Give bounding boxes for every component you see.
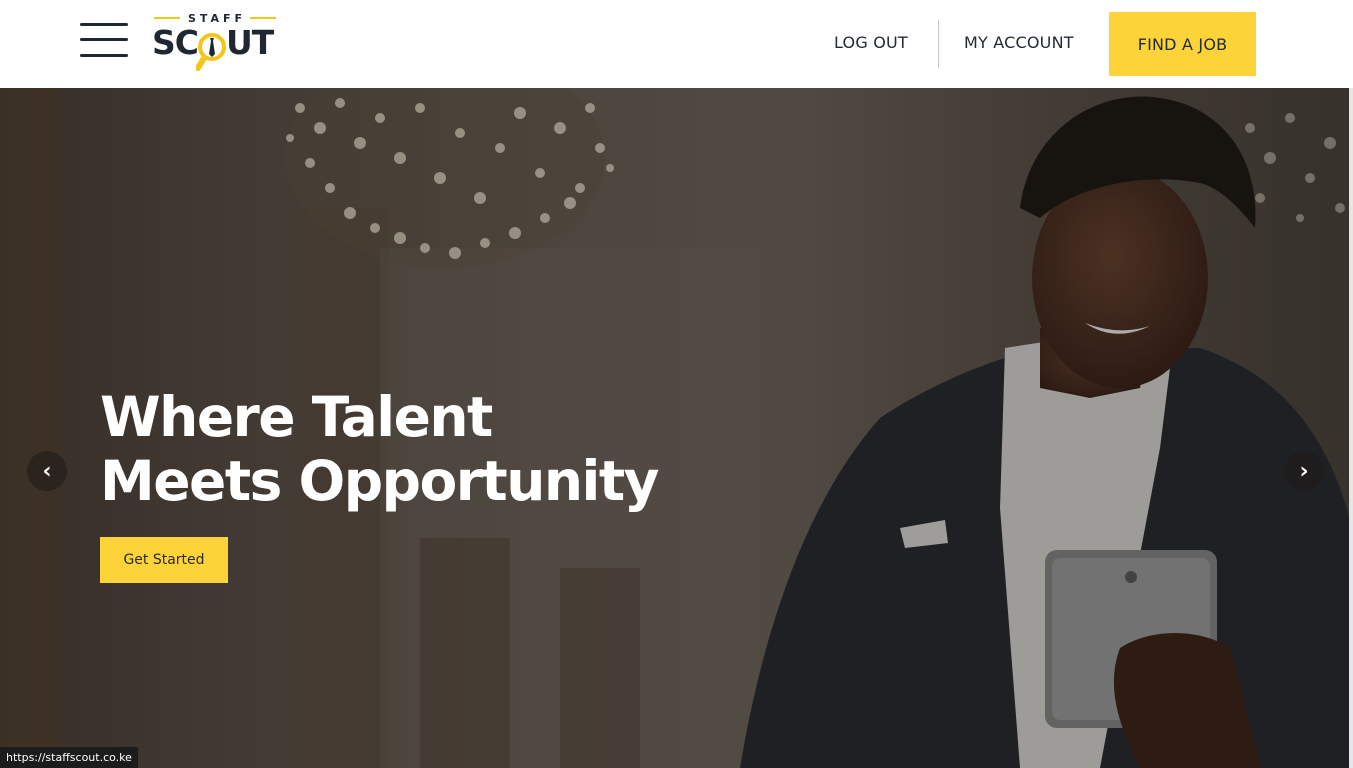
nav-divider (938, 20, 939, 68)
hamburger-menu-icon[interactable] (80, 22, 128, 58)
hero-headline-line2: Meets Opportunity (100, 449, 660, 513)
hero-headline-line1: Where Talent (100, 385, 493, 449)
my-account-link[interactable]: MY ACCOUNT (964, 33, 1074, 52)
site-header: STAFF SC UT LOG OUT MY ACCOUNT FIND A JOB (0, 0, 1353, 88)
page-scrollbar[interactable] (1349, 88, 1353, 768)
hero-headline: Where Talent Meets Opportunity (100, 385, 800, 513)
chevron-right-icon: › (1299, 458, 1309, 484)
slider-next-button[interactable]: › (1284, 451, 1324, 491)
find-a-job-button[interactable]: FIND A JOB (1109, 12, 1256, 76)
chevron-left-icon: ‹ (42, 458, 52, 484)
magnifier-tie-icon (196, 33, 226, 71)
hero-slider: Where Talent Meets Opportunity Get Start… (0, 88, 1353, 768)
staff-scout-logo[interactable]: STAFF SC UT (150, 10, 282, 78)
get-started-button[interactable]: Get Started (100, 537, 228, 583)
logout-link[interactable]: LOG OUT (834, 33, 908, 52)
slider-prev-button[interactable]: ‹ (27, 451, 67, 491)
status-bar-url: https://staffscout.co.ke (0, 747, 138, 768)
